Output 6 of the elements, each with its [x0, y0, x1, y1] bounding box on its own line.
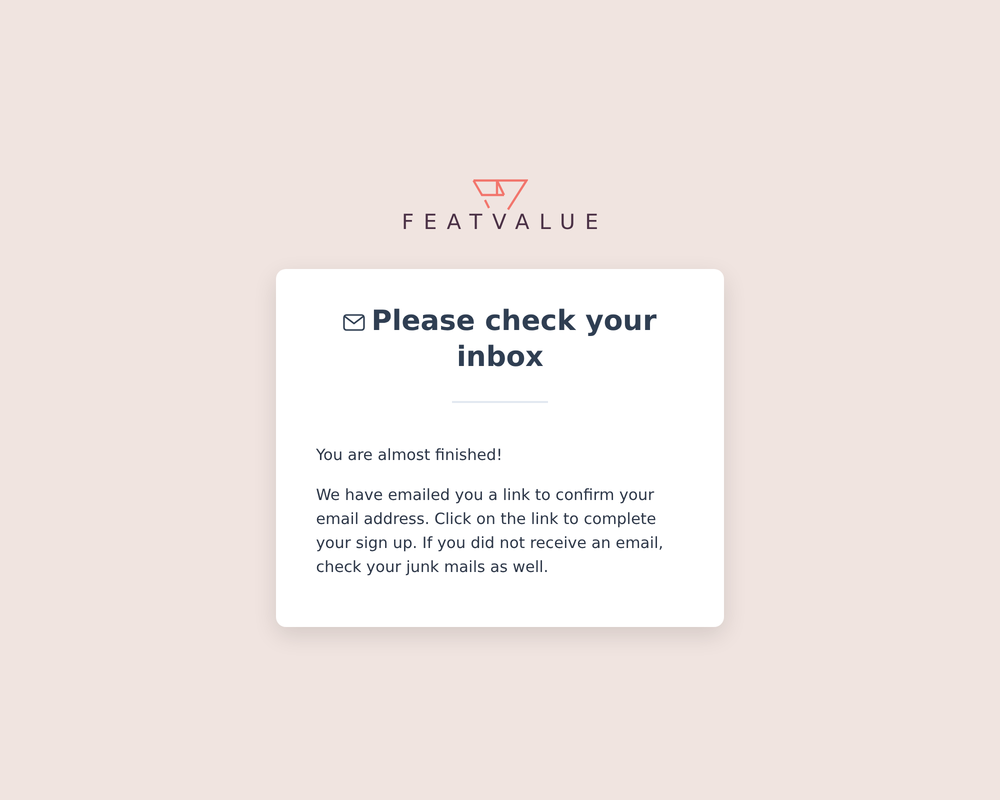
message-paragraph: You are almost finished! — [316, 445, 504, 466]
logo-wordmark: FEATVALUE — [400, 211, 608, 233]
card-title: Please check your inbox — [371, 304, 657, 373]
logo-mark-icon — [472, 179, 528, 211]
message-paragraph: We have emailed you a link to confirm your email address. Click on the link to complete your sign up. If you did not receive an email, check your junk mails as well. — [316, 485, 664, 578]
envelope-icon — [343, 314, 366, 331]
